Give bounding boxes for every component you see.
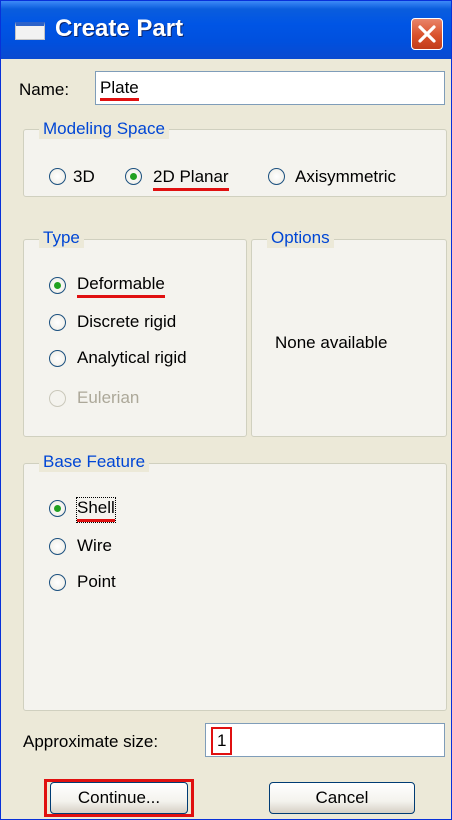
- name-value: Plate: [100, 78, 139, 101]
- name-label: Name:: [19, 80, 70, 99]
- option-discrete-rigid-label: Discrete rigid: [77, 312, 177, 331]
- create-part-dialog: Create Part Name: Plate Modeling Space 3…: [0, 0, 452, 820]
- approx-size-label: Approximate size:: [23, 732, 159, 751]
- name-input[interactable]: Plate: [95, 71, 445, 105]
- option-3d-label: 3D: [73, 167, 95, 186]
- option-analytical-rigid-label: Analytical rigid: [77, 348, 187, 367]
- type-legend: Type: [39, 228, 84, 248]
- radio-deformable[interactable]: [49, 277, 66, 294]
- radio-wire[interactable]: [49, 538, 66, 555]
- window-icon: [15, 22, 45, 40]
- window-title: Create Part: [55, 15, 184, 42]
- close-icon: [418, 25, 436, 43]
- option-shell-label: Shell: [76, 497, 116, 523]
- option-deformable-label: Deformable: [77, 274, 165, 298]
- base-feature-legend: Base Feature: [39, 452, 150, 472]
- options-legend: Options: [267, 228, 334, 248]
- close-button[interactable]: [411, 18, 443, 50]
- radio-axisymmetric[interactable]: [268, 168, 285, 185]
- approx-size-input[interactable]: 1: [205, 723, 445, 757]
- option-2d-planar-label: 2D Planar: [153, 167, 229, 191]
- modeling-space-legend: Modeling Space: [39, 119, 169, 139]
- radio-eulerian: [49, 390, 66, 407]
- option-wire-label: Wire: [77, 536, 112, 555]
- radio-shell[interactable]: [49, 500, 66, 517]
- radio-point[interactable]: [49, 574, 66, 591]
- radio-3d[interactable]: [49, 168, 66, 185]
- approx-size-value: 1: [211, 727, 233, 755]
- option-eulerian-label: Eulerian: [77, 388, 140, 407]
- option-axisymmetric-label: Axisymmetric: [295, 167, 397, 186]
- radio-2d-planar[interactable]: [125, 168, 142, 185]
- continue-button[interactable]: Continue...: [50, 782, 188, 814]
- title-bar[interactable]: Create Part: [1, 1, 451, 59]
- options-none-available: None available: [275, 333, 388, 352]
- option-point-label: Point: [77, 572, 116, 591]
- radio-analytical-rigid[interactable]: [49, 350, 66, 367]
- cancel-button[interactable]: Cancel: [269, 782, 415, 814]
- radio-discrete-rigid[interactable]: [49, 314, 66, 331]
